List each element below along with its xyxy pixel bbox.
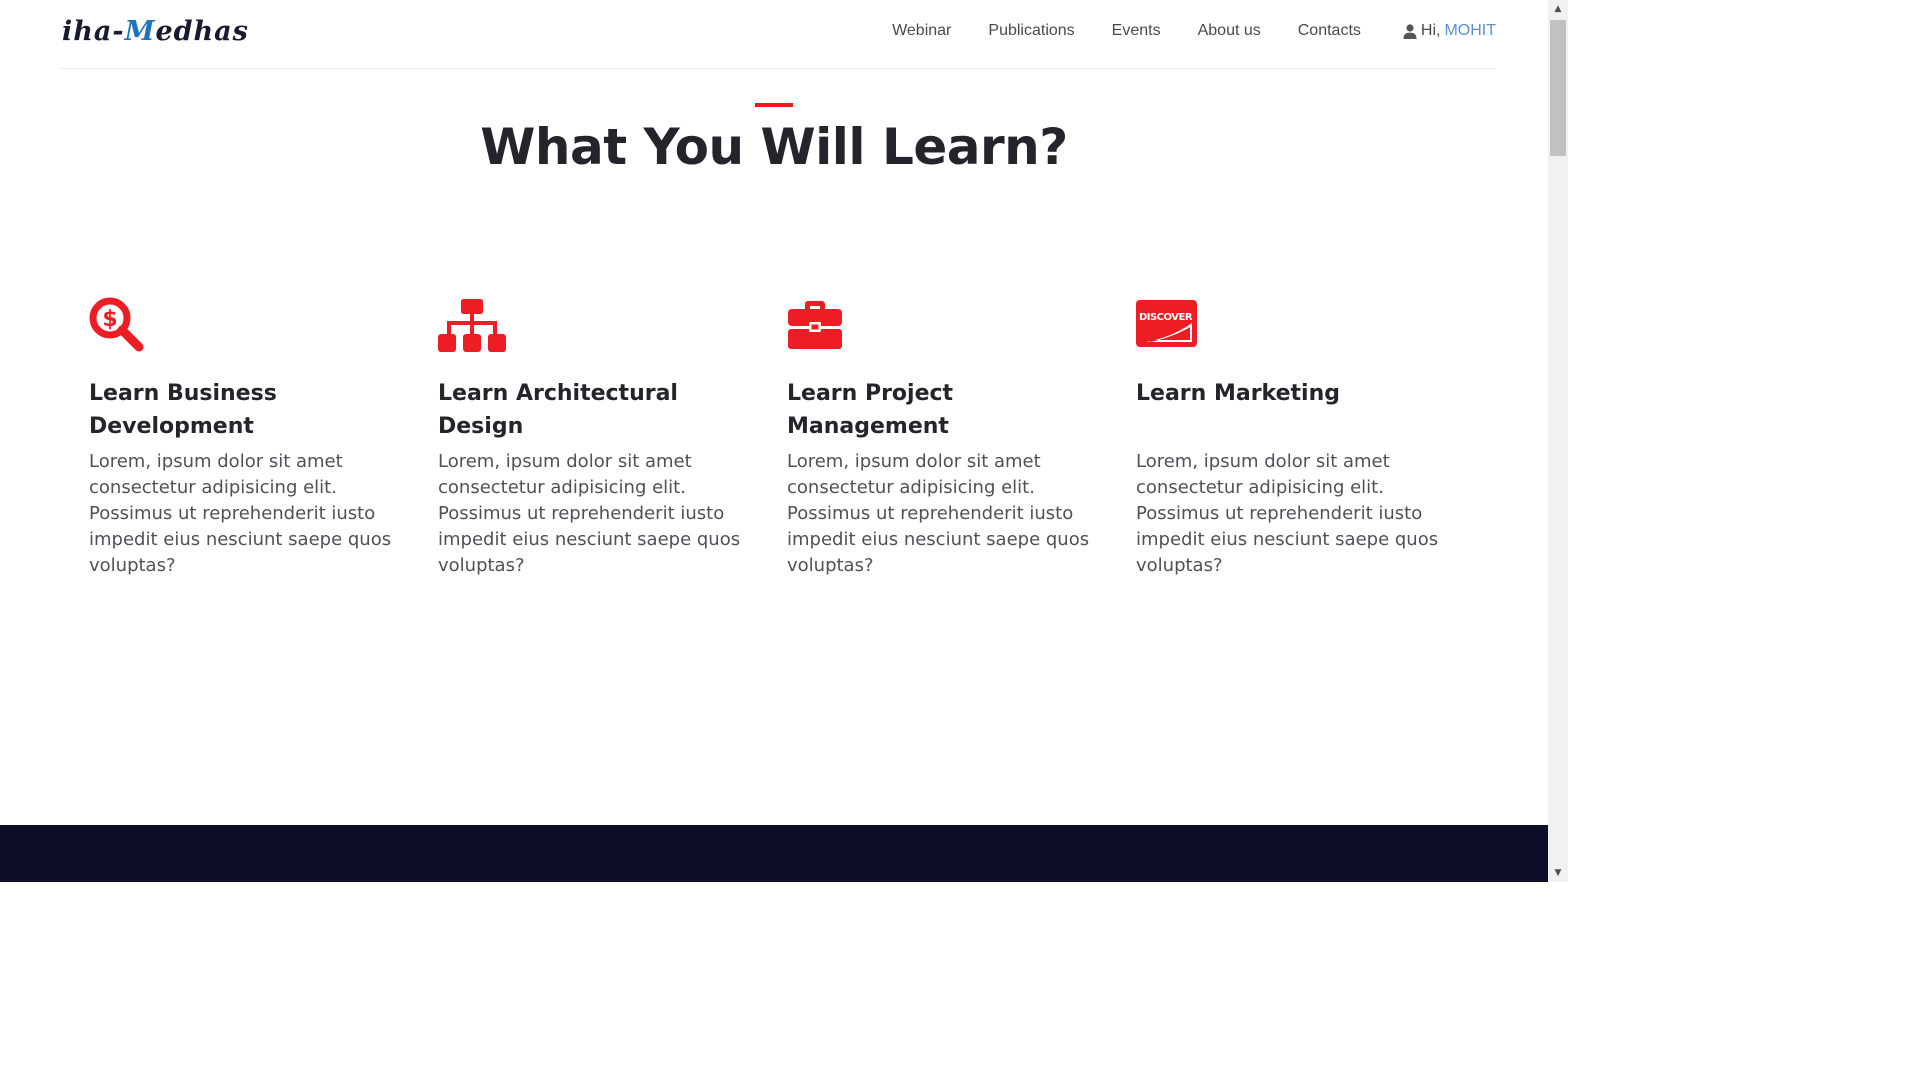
feature-title: Learn Project Management [787,381,954,439]
feature-text: Lorem, ipsum dolor sit amet consectetur … [89,451,392,576]
nav-about-us[interactable]: About us [1198,22,1261,40]
svg-text:$: $ [102,307,117,332]
nav-events[interactable]: Events [1112,22,1161,40]
discover-card-label: DISCOVER [1139,312,1193,323]
feature-card: $ Learn Business Development Lorem, ipsu… [89,297,438,579]
toolbox-icon [788,301,842,349]
scroll-up-arrow-icon[interactable]: ▲ [1548,0,1568,18]
brand-part-3: edhas [155,16,249,47]
scroll-thumb[interactable] [1550,20,1566,156]
navbar: iha-Medhas Webinar Publications Events A… [60,0,1496,69]
user-icon [1403,23,1417,39]
feature-card: Learn Architectural Design Lorem, ipsum … [438,297,787,579]
feature-text: Lorem, ipsum dolor sit amet consectetur … [1136,451,1439,576]
page: iha-Medhas Webinar Publications Events A… [0,0,1548,882]
user-greeting: Hi, [1420,22,1441,39]
section-title: What You Will Learn? [480,118,1068,176]
user-menu[interactable]: Hi, MOHIT [1403,22,1496,40]
feature-title: Learn Marketing [1136,381,1340,406]
feature-card: DISCOVER Learn Marketing Lorem, ipsum do… [1136,297,1485,579]
feature-card: Learn Project Management Lorem, ipsum do… [787,297,1136,579]
nav-publications[interactable]: Publications [988,22,1074,40]
main-nav: Webinar Publications Events About us Con… [855,22,1496,40]
title-accent-bar [755,103,793,107]
feature-text: Lorem, ipsum dolor sit amet consectetur … [438,451,741,576]
brand-logo[interactable]: iha-Medhas [62,16,249,47]
dollar-search-icon: $ [89,297,144,352]
feature-title: Learn Business Development [89,381,277,439]
features-row: $ Learn Business Development Lorem, ipsu… [89,297,1485,579]
footer-band [0,825,1548,882]
nav-webinar[interactable]: Webinar [892,22,951,40]
brand-part-1: iha- [62,16,125,47]
scroll-down-arrow-icon[interactable]: ▼ [1548,864,1568,882]
vertical-scrollbar[interactable]: ▲ ▼ [1548,0,1568,882]
sitemap-icon [438,299,506,352]
nav-contacts[interactable]: Contacts [1298,22,1361,40]
brand-part-2: M [124,16,156,47]
feature-title: Learn Architectural Design [438,381,678,439]
feature-text: Lorem, ipsum dolor sit amet consectetur … [787,451,1090,576]
discover-card-icon: DISCOVER [1136,300,1197,347]
user-name-link[interactable]: MOHIT [1444,22,1496,40]
